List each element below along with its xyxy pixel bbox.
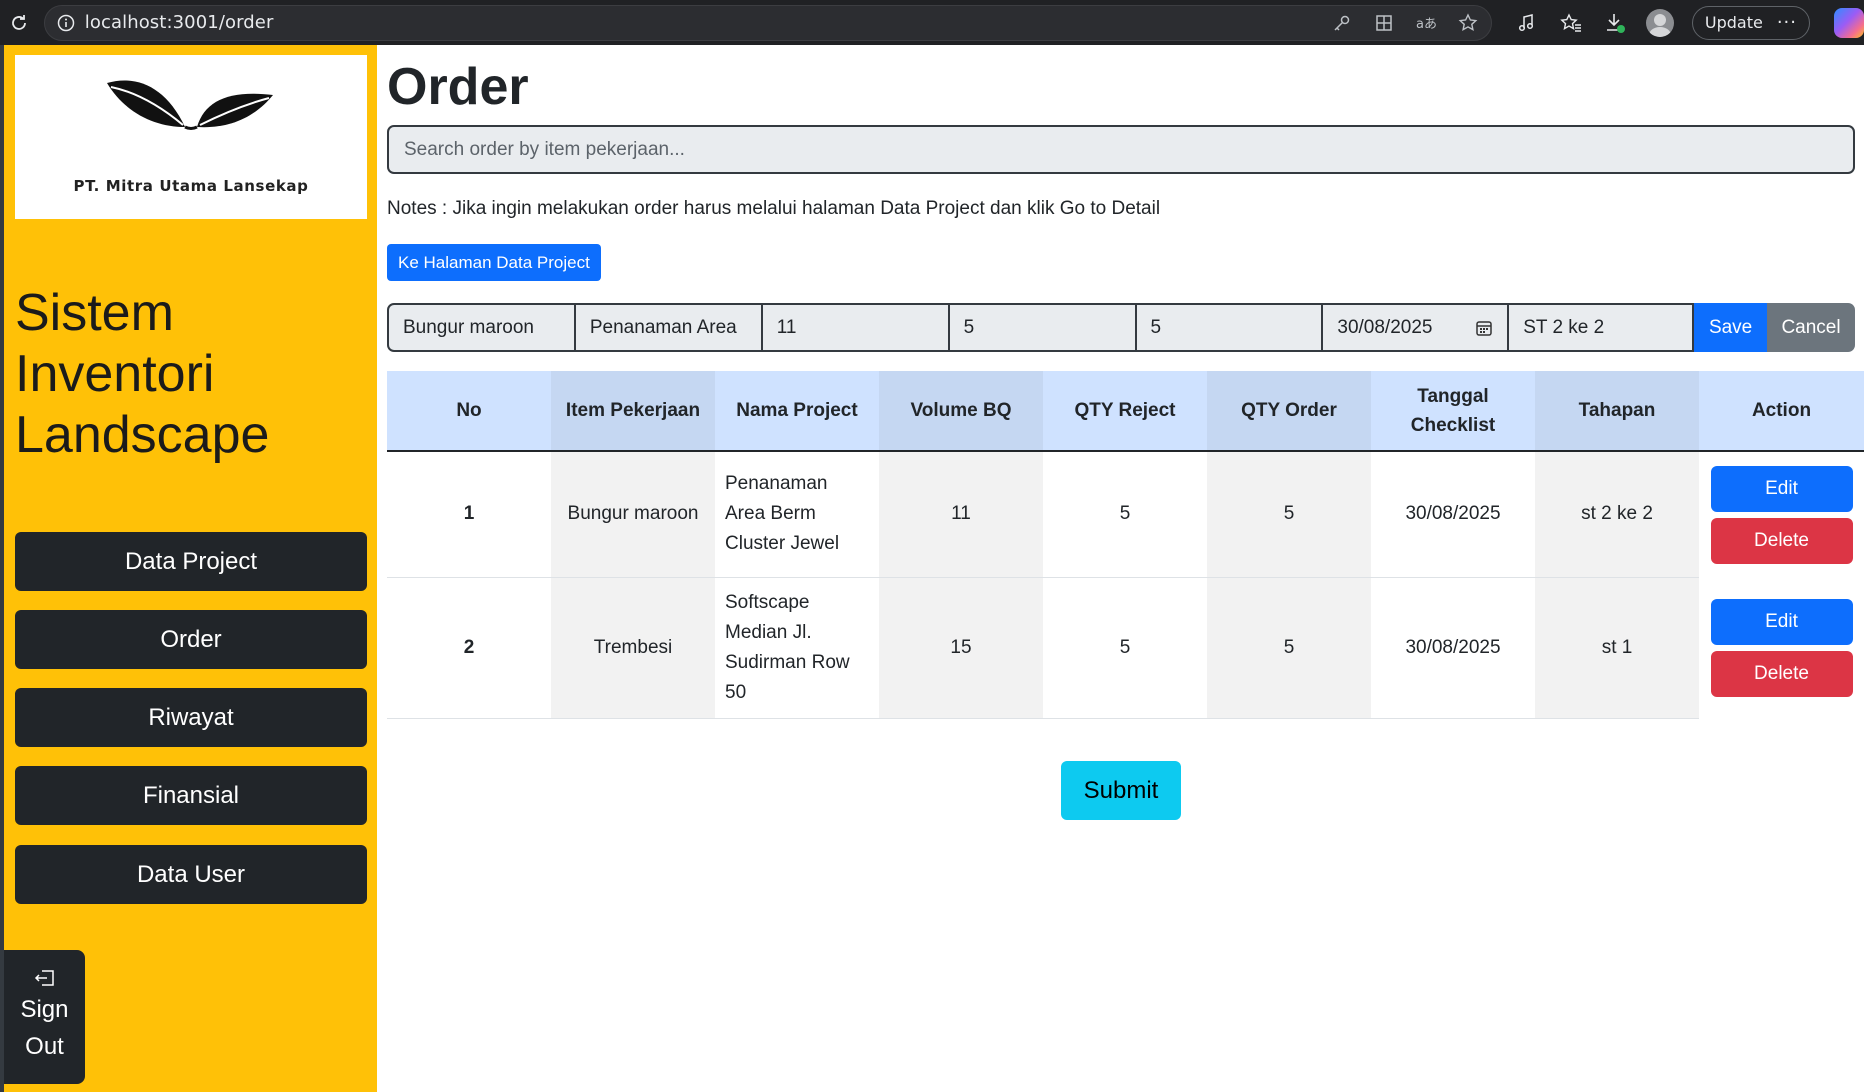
calendar-icon[interactable] bbox=[1475, 319, 1493, 337]
favorites-icon[interactable] bbox=[1558, 10, 1584, 36]
translate-icon[interactable]: aあ bbox=[1413, 10, 1439, 36]
delete-button[interactable]: Delete bbox=[1710, 650, 1853, 697]
browser-toolbar: localhost:3001/order aあ Update ··· bbox=[0, 0, 1864, 45]
tahapan-field[interactable]: ST 2 ke 2 bbox=[1507, 303, 1695, 352]
delete-button[interactable]: Delete bbox=[1710, 517, 1853, 564]
nav-riwayat[interactable]: Riwayat bbox=[15, 688, 367, 747]
cell-volume-bq: 11 bbox=[879, 451, 1043, 578]
cell-tanggal-checklist: 30/08/2025 bbox=[1371, 451, 1535, 578]
table-header-row: No Item Pekerjaan Nama Project Volume BQ… bbox=[387, 371, 1864, 452]
copilot-icon[interactable] bbox=[1834, 7, 1864, 38]
header-volume-bq: Volume BQ bbox=[879, 371, 1043, 452]
header-item-pekerjaan: Item Pekerjaan bbox=[551, 371, 715, 452]
cell-qty-order: 5 bbox=[1207, 451, 1371, 578]
submit-button[interactable]: Submit bbox=[1061, 761, 1181, 820]
more-icon[interactable]: ··· bbox=[1777, 12, 1797, 33]
download-icon[interactable] bbox=[1602, 10, 1628, 36]
cell-qty-order: 5 bbox=[1207, 577, 1371, 719]
leaf-logo-icon bbox=[107, 80, 273, 130]
address-bar[interactable]: localhost:3001/order aあ bbox=[43, 4, 1492, 41]
header-no: No bbox=[387, 371, 551, 452]
svg-text:aあ: aあ bbox=[1416, 17, 1437, 32]
music-icon[interactable] bbox=[1514, 10, 1540, 36]
main-content: Order Notes : Jika ingin melakukan order… bbox=[377, 45, 1864, 1092]
cell-no: 2 bbox=[387, 577, 551, 719]
header-tahapan: Tahapan bbox=[1535, 371, 1699, 452]
cell-item-pekerjaan: Trembesi bbox=[551, 577, 715, 719]
edit-button[interactable]: Edit bbox=[1710, 598, 1853, 645]
cell-action: Edit Delete bbox=[1699, 451, 1864, 577]
cell-nama-project: Penanaman Area Berm Cluster Jewel bbox=[715, 451, 879, 578]
nama-project-field[interactable]: Penanaman Area bbox=[573, 303, 763, 352]
edit-button[interactable]: Edit bbox=[1710, 465, 1853, 512]
volume-bq-field[interactable]: 11 bbox=[760, 303, 950, 352]
profile-avatar[interactable] bbox=[1645, 8, 1674, 37]
header-qty-order: QTY Order bbox=[1207, 371, 1371, 452]
apps-icon[interactable] bbox=[1371, 10, 1397, 36]
cell-tahapan: st 1 bbox=[1535, 577, 1699, 719]
reload-icon[interactable] bbox=[4, 8, 34, 38]
data-project-link-button[interactable]: Ke Halaman Data Project bbox=[387, 244, 601, 281]
app-title: Sistem Inventori Landscape bbox=[15, 284, 270, 464]
key-icon[interactable] bbox=[1329, 10, 1355, 36]
cell-tanggal-checklist: 30/08/2025 bbox=[1371, 577, 1535, 719]
company-logo: PT. Mitra Utama Lansekap bbox=[15, 55, 367, 219]
cell-item-pekerjaan: Bungur maroon bbox=[551, 451, 715, 578]
star-icon[interactable] bbox=[1455, 10, 1481, 36]
edit-order-form: Bungur maroon Penanaman Area 11 5 5 30/0… bbox=[387, 303, 1855, 352]
info-icon[interactable] bbox=[55, 12, 77, 34]
cell-volume-bq: 15 bbox=[879, 577, 1043, 719]
header-tanggal-checklist: Tanggal Checklist bbox=[1371, 371, 1535, 452]
logo-text: PT. Mitra Utama Lansekap bbox=[73, 177, 309, 195]
notes-text: Notes : Jika ingin melakukan order harus… bbox=[387, 198, 1161, 219]
item-pekerjaan-field[interactable]: Bungur maroon bbox=[387, 303, 576, 352]
save-button[interactable]: Save bbox=[1694, 303, 1768, 352]
cancel-button[interactable]: Cancel bbox=[1767, 303, 1855, 352]
nav-finansial[interactable]: Finansial bbox=[15, 766, 367, 825]
cell-nama-project: Softscape Median Jl. Sudirman Row 50 bbox=[715, 577, 879, 719]
signout-icon bbox=[34, 970, 54, 986]
update-label: Update bbox=[1704, 13, 1763, 32]
table-row: 1 Bungur maroon Penanaman Area Berm Clus… bbox=[387, 451, 1864, 578]
cell-qty-reject: 5 bbox=[1043, 577, 1207, 719]
sidebar: PT. Mitra Utama Lansekap Sistem Inventor… bbox=[4, 45, 377, 1092]
url-text: localhost:3001/order bbox=[84, 12, 274, 33]
search-input[interactable] bbox=[387, 125, 1855, 174]
cell-no: 1 bbox=[387, 451, 551, 578]
cell-action: Edit Delete bbox=[1699, 577, 1864, 718]
nav-data-project[interactable]: Data Project bbox=[15, 532, 367, 591]
header-nama-project: Nama Project bbox=[715, 371, 879, 452]
orders-table: No Item Pekerjaan Nama Project Volume BQ… bbox=[387, 371, 1864, 719]
page-title: Order bbox=[387, 58, 529, 116]
qty-reject-field[interactable]: 5 bbox=[947, 303, 1137, 352]
update-button[interactable]: Update ··· bbox=[1691, 5, 1810, 40]
table-row: 2 Trembesi Softscape Median Jl. Sudirman… bbox=[387, 577, 1864, 719]
cell-qty-reject: 5 bbox=[1043, 451, 1207, 578]
tanggal-value: 30/08/2025 bbox=[1337, 316, 1433, 338]
signout-label: Sign Out bbox=[20, 996, 69, 1060]
header-action: Action bbox=[1699, 371, 1864, 452]
tanggal-field[interactable]: 30/08/2025 bbox=[1321, 303, 1510, 352]
nav-order[interactable]: Order bbox=[15, 610, 367, 669]
qty-order-field[interactable]: 5 bbox=[1134, 303, 1324, 352]
cell-tahapan: st 2 ke 2 bbox=[1535, 451, 1699, 578]
nav-data-user[interactable]: Data User bbox=[15, 845, 367, 904]
header-qty-reject: QTY Reject bbox=[1043, 371, 1207, 452]
signout-button[interactable]: Sign Out bbox=[4, 950, 85, 1084]
